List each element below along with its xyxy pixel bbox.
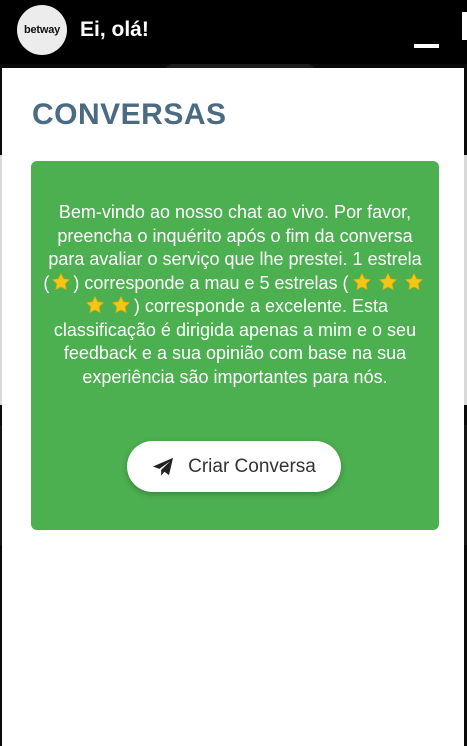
create-conversation-button[interactable]: Criar Conversa	[127, 441, 341, 492]
star-icon	[352, 272, 372, 292]
message-text: ) corresponde a mau e 5 estrelas (	[73, 272, 349, 293]
page-title: CONVERSAS	[32, 98, 227, 131]
star-icon	[378, 272, 398, 292]
chat-panel: CONVERSAS Bem-vindo ao nosso chat ao viv…	[2, 68, 464, 746]
chat-header: betway Ei, olá!	[0, 0, 467, 64]
star-icon	[404, 272, 424, 292]
create-conversation-label: Criar Conversa	[188, 455, 316, 477]
welcome-card: Bem-vindo ao nosso chat ao vivo. Por fav…	[31, 161, 439, 530]
star-icon	[85, 295, 105, 315]
minimize-icon[interactable]	[412, 30, 440, 54]
betway-logo: betway	[17, 5, 67, 55]
star-icon	[111, 295, 131, 315]
star-icon	[51, 272, 71, 292]
window-edge	[462, 12, 467, 40]
welcome-message: Bem-vindo ao nosso chat ao vivo. Por fav…	[43, 201, 427, 389]
greeting-title: Ei, olá!	[80, 18, 149, 41]
paper-plane-icon	[152, 457, 174, 477]
logo-text: betway	[23, 24, 61, 36]
